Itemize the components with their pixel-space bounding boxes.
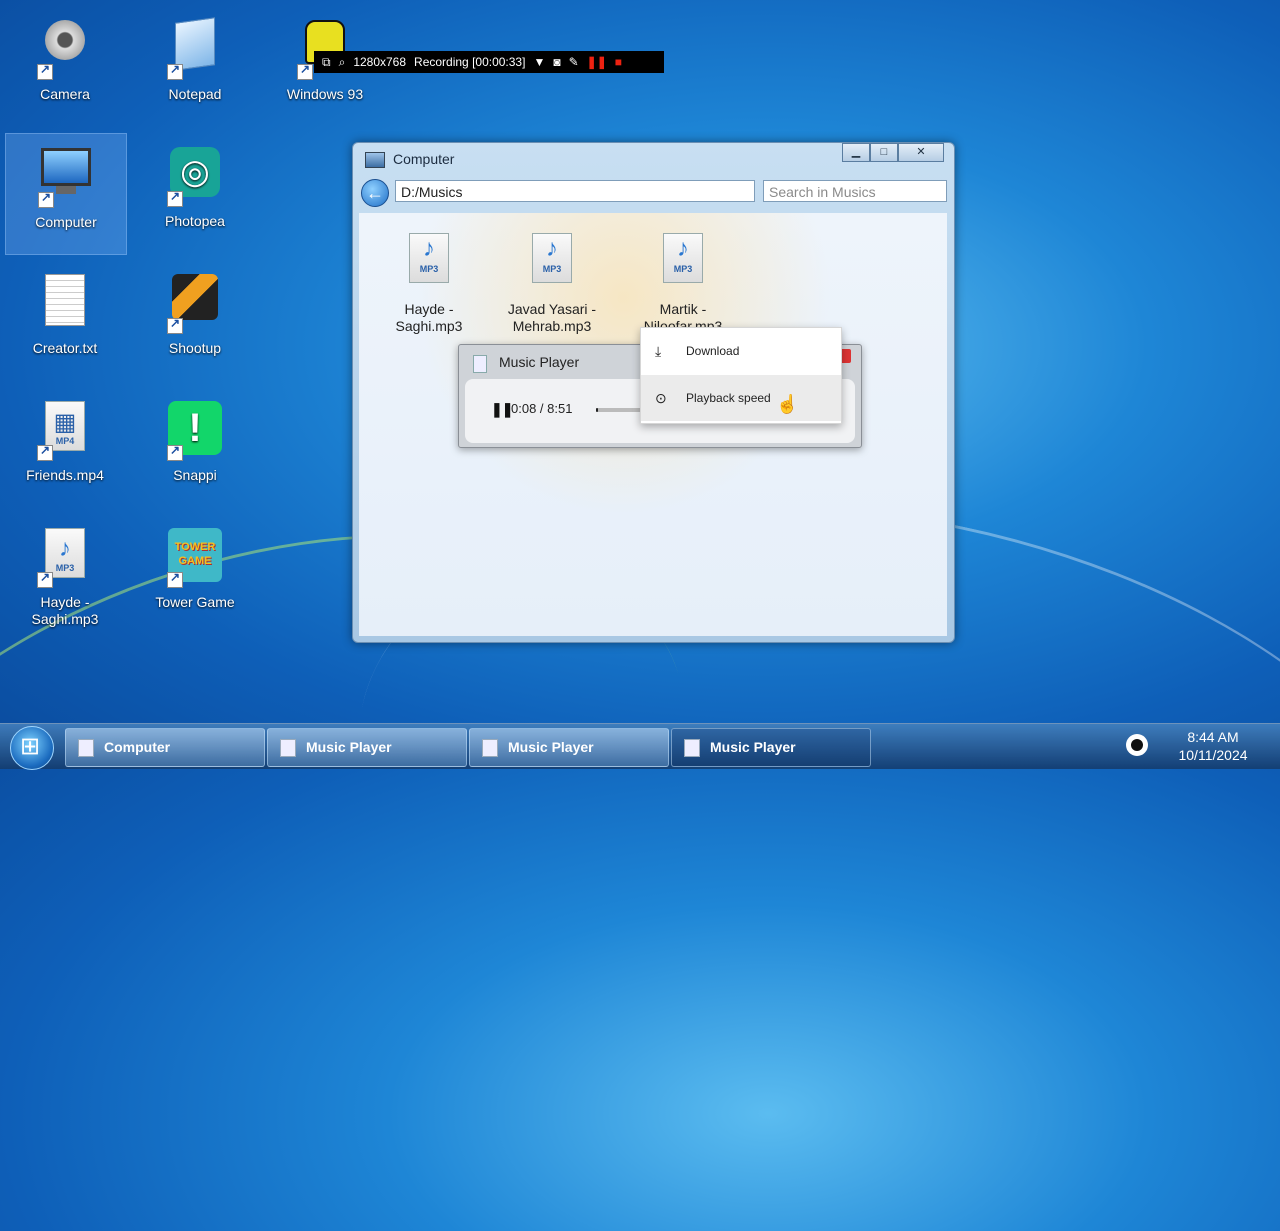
file-item[interactable]: ♪ MP3 Hayde - Saghi.mp3 [369, 233, 489, 335]
music-file-icon: ♪ MP3 [37, 528, 93, 588]
desktop-icon-photopea[interactable]: ◎ Photopea [135, 133, 255, 253]
video-file-icon: ▦ MP4 [37, 401, 93, 461]
address-bar[interactable]: D:/Musics [395, 180, 755, 202]
desktop-icon-label: Camera [40, 86, 90, 102]
taskbar-item-computer[interactable]: Computer [65, 728, 265, 767]
desktop-icon-label: Snappi [173, 467, 217, 483]
photopea-icon: ◎ [167, 147, 223, 207]
window-icon[interactable]: ⧉ [322, 55, 331, 70]
github-icon[interactable] [1126, 734, 1148, 756]
download-icon: ⤓ [655, 343, 662, 359]
menu-item-label: Download [686, 344, 740, 358]
pause-icon[interactable]: ❚❚ [587, 55, 607, 69]
desktop-icon-tower-game[interactable]: TOWERGAME Tower Game [135, 514, 255, 634]
system-clock[interactable]: 8:44 AM 10/11/2024 [1168, 728, 1258, 764]
taskbar: Computer Music Player Music Player Music… [0, 723, 1280, 770]
shortcut-arrow-icon [37, 443, 53, 461]
pause-button[interactable]: ❚❚ [491, 401, 513, 418]
desktop-icon-label: Tower Game [155, 594, 235, 610]
menu-item-download[interactable]: ⤓ Download [641, 328, 841, 374]
shortcut-arrow-icon [167, 189, 183, 207]
taskbar-item-music-player[interactable]: Music Player [469, 728, 669, 767]
shortcut-arrow-icon [37, 62, 53, 80]
shortcut-arrow-icon [167, 570, 183, 588]
notepad-icon [167, 17, 223, 80]
taskbar-item-label: Music Player [306, 739, 392, 755]
taskbar-item-label: Computer [104, 739, 171, 755]
taskbar-item-music-player[interactable]: Music Player [671, 728, 871, 767]
screen-recorder-bar: ⧉ ⌕ 1280x768 Recording [00:00:33] ▼ ◙ ✎ … [314, 51, 664, 73]
desktop-icon-label: Notepad [168, 86, 222, 102]
desktop-icon-label: Shootup [168, 340, 222, 356]
desktop-icon-friends-mp4[interactable]: ▦MP4 Friends.mp4 [5, 387, 125, 507]
desktop-icon-camera[interactable]: Camera [5, 6, 125, 126]
clock-date: 10/11/2024 [1178, 747, 1248, 763]
music-file-icon: ♪ MP3 [663, 233, 703, 283]
search-input[interactable]: Search in Musics [763, 180, 947, 202]
snappi-icon: ! [167, 401, 223, 461]
recorder-resolution: 1280x768 [353, 55, 407, 69]
context-menu: ⤓ Download ⊙ Playback speed [640, 327, 842, 424]
desktop-icon-snappi[interactable]: ! Snappi [135, 387, 255, 507]
shortcut-arrow-icon [167, 443, 183, 461]
minimize-button[interactable]: ▁ [842, 143, 870, 162]
computer-icon [78, 739, 94, 757]
music-file-icon: ♪ MP3 [409, 233, 449, 283]
shortcut-arrow-icon [37, 570, 53, 588]
shootup-icon [167, 274, 223, 334]
recorder-status: Recording [00:00:33] [414, 55, 526, 69]
maximize-button[interactable]: □ [870, 143, 898, 162]
music-file-icon [280, 739, 296, 757]
file-label: Javad Yasari - Mehrab.mp3 [507, 301, 597, 334]
window-title: Computer [393, 151, 455, 167]
taskbar-item-label: Music Player [508, 739, 594, 755]
desktop-icon-notepad[interactable]: Notepad [135, 6, 255, 126]
seek-bar-fill [596, 408, 599, 412]
chevron-down-icon[interactable]: ▼ [533, 55, 545, 69]
start-button[interactable] [10, 726, 54, 770]
back-button[interactable]: ← [361, 179, 389, 207]
desktop-icon-label: Hayde - Saghi.mp3 [31, 594, 99, 627]
computer-icon [38, 148, 94, 208]
text-file-icon [37, 274, 93, 334]
stop-icon[interactable]: ■ [615, 55, 622, 69]
desktop-icon-label: Photopea [165, 213, 225, 229]
window-title: Music Player [499, 354, 580, 370]
desktop-icon-hayde-saghi[interactable]: ♪MP3 Hayde - Saghi.mp3 [5, 514, 125, 634]
music-file-icon [473, 355, 487, 373]
menu-item-playback-speed[interactable]: ⊙ Playback speed [641, 375, 841, 421]
tower-game-icon: TOWER GAME [167, 528, 223, 588]
desktop-icon-creator-txt[interactable]: Creator.txt [5, 260, 125, 380]
desktop-icon-label: Computer [35, 214, 97, 230]
pencil-icon[interactable]: ✎ [569, 55, 579, 69]
computer-icon [365, 152, 385, 168]
music-file-icon [684, 739, 700, 757]
hand-cursor-icon: ☝ [776, 394, 799, 414]
taskbar-item-music-player[interactable]: Music Player [267, 728, 467, 767]
file-label: Hayde - Saghi.mp3 [395, 301, 463, 334]
camera-icon [37, 20, 93, 80]
shortcut-arrow-icon [167, 62, 183, 80]
playback-speed-icon: ⊙ [655, 390, 667, 406]
zoom-icon[interactable]: ⌕ [339, 55, 346, 70]
desktop-icon-label: Creator.txt [32, 340, 98, 356]
file-item[interactable]: ♪ MP3 Martik - Niloofar.mp3 [623, 233, 743, 335]
music-file-icon: ♪ MP3 [532, 233, 572, 283]
desktop-icon-shootup[interactable]: Shootup [135, 260, 255, 380]
shortcut-arrow-icon [297, 62, 313, 80]
desktop-icon-label: Friends.mp4 [26, 467, 104, 483]
clock-time: 8:44 AM [1187, 729, 1239, 745]
desktop-icon-label: Windows 93 [286, 86, 364, 102]
menu-item-label: Playback speed [686, 391, 771, 405]
file-item[interactable]: ♪ MP3 Javad Yasari - Mehrab.mp3 [492, 233, 612, 335]
window-controls: ▁ □ ✕ [842, 143, 944, 162]
shortcut-arrow-icon [38, 190, 54, 208]
playback-time: 0:08 / 8:51 [511, 401, 573, 416]
music-file-icon [482, 739, 498, 757]
camera-icon[interactable]: ◙ [553, 55, 560, 69]
desktop-icon-computer[interactable]: Computer [5, 133, 127, 255]
close-button[interactable]: ✕ [898, 143, 944, 162]
shortcut-arrow-icon [167, 316, 183, 334]
taskbar-item-label: Music Player [710, 739, 796, 755]
